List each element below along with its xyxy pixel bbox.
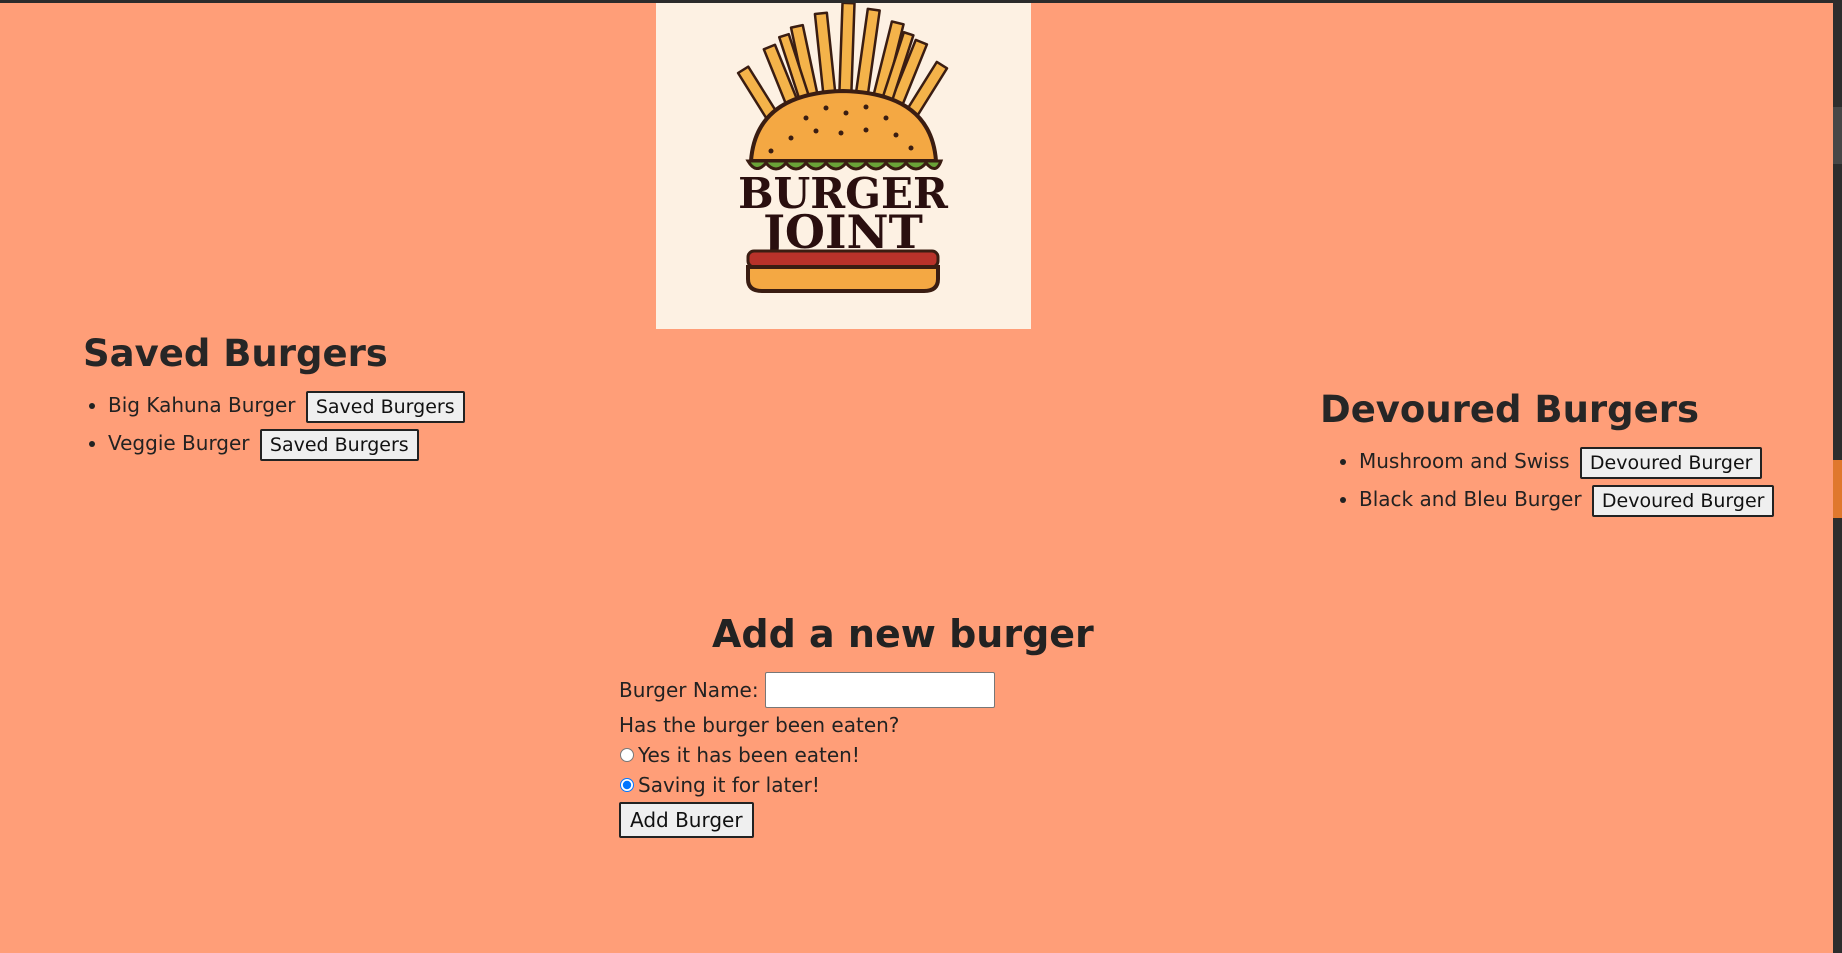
burger-name: Black and Bleu Burger <box>1359 487 1582 511</box>
burger-name: Veggie Burger <box>108 431 250 455</box>
later-option-row: Saving it for later! <box>619 770 1119 800</box>
saved-burgers-list: Big Kahuna Burger Saved Burgers Veggie B… <box>83 386 465 462</box>
eaten-question: Has the burger been eaten? <box>619 713 900 737</box>
add-burger-form: Add a new burger Burger Name: Has the bu… <box>619 610 1119 838</box>
eaten-later-label[interactable]: Saving it for later! <box>638 773 820 797</box>
add-burger-button[interactable]: Add Burger <box>619 802 754 838</box>
scrollbar-thumb[interactable] <box>1833 107 1842 164</box>
save-burger-button[interactable]: Saved Burgers <box>259 428 419 461</box>
eaten-later-radio[interactable] <box>620 778 634 792</box>
devoured-burgers-heading: Devoured Burgers <box>1320 388 1700 431</box>
burger-name-input[interactable] <box>764 672 995 708</box>
devoured-burgers-list: Mushroom and Swiss Devoured Burger Black… <box>1320 442 1775 518</box>
devoured-burgers-section: Devoured Burgers Mushroom and Swiss Devo… <box>1320 388 1775 518</box>
devour-burger-button[interactable]: Devoured Burger <box>1591 484 1775 517</box>
eaten-option-row: Yes it has been eaten! <box>619 740 1119 770</box>
save-burger-button[interactable]: Saved Burgers <box>305 390 465 423</box>
eaten-yes-label[interactable]: Yes it has been eaten! <box>638 743 860 767</box>
devour-burger-button[interactable]: Devoured Burger <box>1579 446 1763 479</box>
eaten-yes-radio[interactable] <box>620 748 634 762</box>
burger-name: Mushroom and Swiss <box>1359 449 1570 473</box>
list-item: Mushroom and Swiss Devoured Burger <box>1359 442 1774 480</box>
burger-name-row: Burger Name: <box>619 670 1119 710</box>
list-item: Veggie Burger Saved Burgers <box>108 424 465 462</box>
burger-name: Big Kahuna Burger <box>108 393 296 417</box>
logo-image: BURGER JOINT <box>736 3 949 293</box>
saved-burgers-heading: Saved Burgers <box>83 332 388 375</box>
add-burger-heading: Add a new burger <box>712 612 1094 656</box>
burger-joint-logo: BURGER JOINT <box>656 3 1031 329</box>
burger-name-label: Burger Name: <box>619 678 759 702</box>
list-item: Big Kahuna Burger Saved Burgers <box>108 386 465 424</box>
scrollbar-marker <box>1833 460 1842 518</box>
saved-burgers-section: Saved Burgers Big Kahuna Burger Saved Bu… <box>83 332 465 462</box>
list-item: Black and Bleu Burger Devoured Burger <box>1359 480 1775 518</box>
